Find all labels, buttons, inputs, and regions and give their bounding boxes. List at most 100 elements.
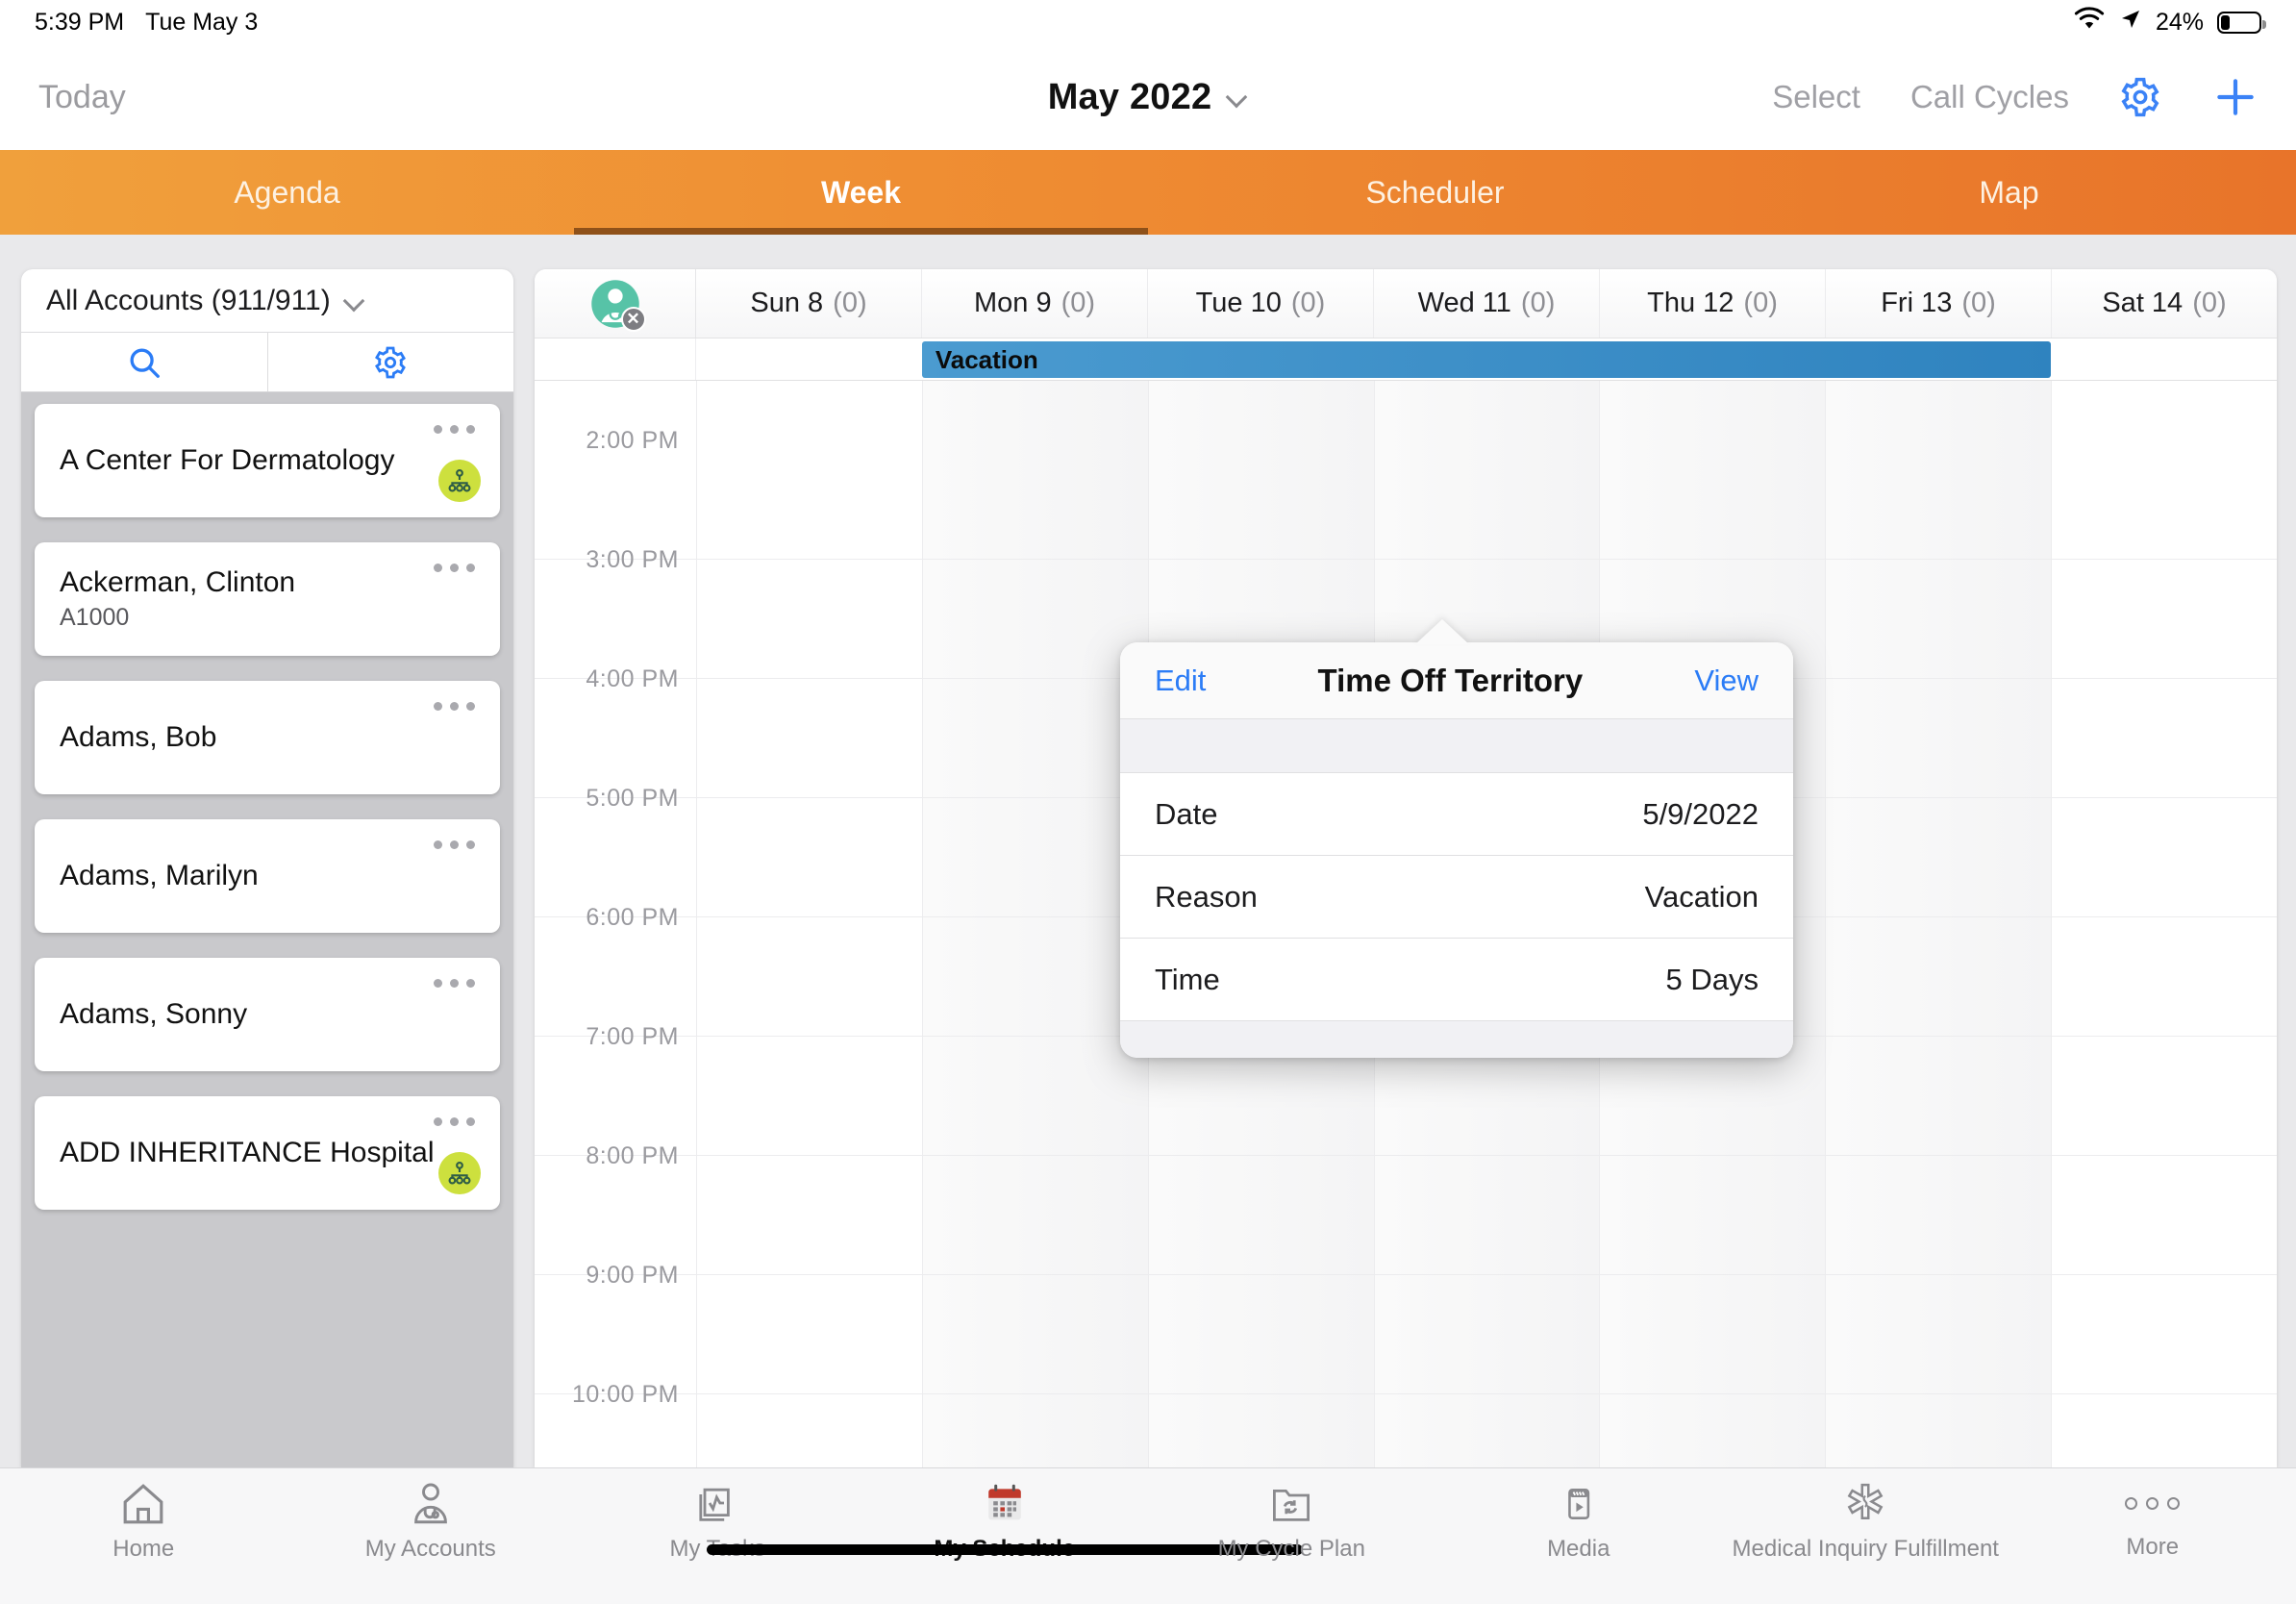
bottom-tab-medical-inquiry-fulfillment[interactable]: Medical Inquiry Fulfillment <box>1722 1482 2009 1563</box>
tab-week[interactable]: Week <box>574 150 1148 235</box>
bottom-tab-my-cycle-plan[interactable]: My Cycle Plan <box>1148 1482 1435 1563</box>
home-icon <box>118 1482 168 1526</box>
day-header-mon[interactable]: Mon 9 (0) <box>921 269 1147 338</box>
field-label: Reason <box>1155 879 1258 914</box>
territory-availability-cell[interactable]: ✕ <box>535 269 696 338</box>
list-item[interactable]: Adams, Sonny <box>35 958 500 1071</box>
account-name: A Center For Dermatology <box>60 443 395 476</box>
day-header-sun[interactable]: Sun 8 (0) <box>696 269 921 338</box>
field-label: Date <box>1155 796 1218 831</box>
list-item[interactable]: A Center For Dermatology <box>35 404 500 538</box>
account-filter-dropdown[interactable]: All Accounts (911/911) <box>21 269 513 333</box>
day-label: Fri 13 <box>1881 288 1953 318</box>
popover-row-reason: Reason Vacation <box>1120 856 1793 939</box>
bottom-tab-more[interactable]: More <box>2009 1482 2296 1561</box>
hierarchy-icon[interactable] <box>438 1152 481 1194</box>
tab-label: Agenda <box>234 174 340 210</box>
overflow-menu-icon[interactable] <box>434 564 475 572</box>
day-count: (0) <box>1743 288 1778 318</box>
overflow-menu-icon[interactable] <box>434 1117 475 1126</box>
all-day-event-vacation[interactable]: Vacation <box>921 341 2052 378</box>
list-item[interactable]: Adams, Bob <box>35 681 500 794</box>
tab-agenda[interactable]: Agenda <box>0 150 574 235</box>
popover-arrow <box>1415 619 1469 644</box>
popover-row-date: Date 5/9/2022 <box>1120 773 1793 856</box>
medical-star-icon <box>1843 1482 1887 1526</box>
day-header-tue[interactable]: Tue 10 (0) <box>1147 269 1373 338</box>
hour-row: 8:00 PM <box>535 1142 2277 1275</box>
day-count: (0) <box>1520 288 1556 318</box>
tab-label: Map <box>1979 174 2039 210</box>
search-button[interactable] <box>21 333 267 391</box>
bottom-tab-label: Home <box>112 1536 175 1562</box>
day-label: Sun 8 <box>750 288 824 318</box>
hour-label: 8:00 PM <box>586 1142 679 1169</box>
doctor-unavailable-icon: ✕ <box>589 278 646 332</box>
list-item[interactable]: ADD INHERITANCE Hospital <box>35 1096 500 1210</box>
gear-icon[interactable] <box>2119 76 2161 118</box>
day-header-sat[interactable]: Sat 14 (0) <box>2051 269 2277 338</box>
nav-actions: Select Call Cycles <box>1772 73 2259 121</box>
status-time: 5:39 PM <box>35 8 125 36</box>
bottom-tab-my-schedule[interactable]: My Schedule <box>706 1482 1303 1563</box>
hour-row: 10:00 PM <box>535 1381 2277 1467</box>
bottom-tab-media[interactable]: Media <box>1435 1482 1723 1563</box>
plus-icon[interactable] <box>2211 73 2259 121</box>
overflow-menu-icon[interactable] <box>434 979 475 988</box>
day-label: Sat 14 <box>2102 288 2184 318</box>
chevron-down-icon <box>344 290 365 312</box>
status-bar-right: 24% <box>2073 6 2266 38</box>
field-value: 5/9/2022 <box>1642 796 1759 831</box>
hour-label: 2:00 PM <box>586 427 679 454</box>
hierarchy-icon[interactable] <box>438 460 481 502</box>
day-header-thu[interactable]: Thu 12 (0) <box>1599 269 1825 338</box>
all-day-row: Vacation <box>535 338 2277 381</box>
hour-label: 9:00 PM <box>586 1262 679 1289</box>
call-cycles-button[interactable]: Call Cycles <box>1910 79 2069 115</box>
day-count: (0) <box>1290 288 1326 318</box>
day-header-fri[interactable]: Fri 13 (0) <box>1825 269 2051 338</box>
calendar-icon <box>982 1482 1028 1526</box>
bottom-tab-label: More <box>2126 1534 2180 1560</box>
media-play-icon <box>1558 1482 1600 1526</box>
overflow-menu-icon[interactable] <box>434 425 475 434</box>
bottom-tab-label: My Cycle Plan <box>1217 1536 1365 1562</box>
list-item[interactable]: Ackerman, Clinton A1000 <box>35 542 500 656</box>
sidebar-settings-button[interactable] <box>266 333 514 391</box>
popover-header: Edit Time Off Territory View <box>1120 642 1793 719</box>
hour-label: 10:00 PM <box>571 1381 679 1408</box>
account-id: A1000 <box>60 604 130 632</box>
bottom-tab-label: Media <box>1547 1536 1610 1562</box>
tab-label: Scheduler <box>1365 174 1505 210</box>
accounts-sidebar: All Accounts (911/911) A Center For Derm… <box>21 269 513 1467</box>
edit-button[interactable]: Edit <box>1155 664 1206 698</box>
day-label: Mon 9 <box>973 288 1052 318</box>
day-label: Tue 10 <box>1195 288 1282 318</box>
tab-map[interactable]: Map <box>1722 150 2296 235</box>
day-label: Wed 11 <box>1417 288 1511 318</box>
status-date: Tue May 3 <box>145 8 259 36</box>
view-button[interactable]: View <box>1694 664 1759 698</box>
overflow-menu-icon[interactable] <box>434 702 475 711</box>
overflow-menu-icon[interactable] <box>434 840 475 849</box>
calendar-day-header: ✕ Sun 8 (0) Mon 9 (0) Tue 10 (0) Wed 11 (0) … <box>535 269 2277 338</box>
bottom-tab-my-accounts[interactable]: My Accounts <box>287 1482 575 1563</box>
field-value: Vacation <box>1644 879 1759 914</box>
select-button[interactable]: Select <box>1772 79 1860 115</box>
list-item[interactable]: Adams, Marilyn <box>35 819 500 933</box>
sidebar-toolbar <box>21 333 513 392</box>
account-filter-label: All Accounts (911/911) <box>46 284 331 316</box>
hour-row: 2:00 PM <box>535 427 2277 560</box>
day-count: (0) <box>1961 288 1996 318</box>
day-label: Thu 12 <box>1647 288 1734 318</box>
main-content: All Accounts (911/911) A Center For Derm… <box>0 235 2296 1467</box>
tab-scheduler[interactable]: Scheduler <box>1148 150 1722 235</box>
field-label: Time <box>1155 962 1220 996</box>
bottom-tab-home[interactable]: Home <box>0 1482 287 1563</box>
accounts-list[interactable]: A Center For Dermatology Ackerman, Clint… <box>21 392 513 1467</box>
view-tab-bar: Agenda Week Scheduler Map <box>0 150 2296 235</box>
day-count: (0) <box>833 288 867 318</box>
folder-refresh-icon <box>1268 1482 1314 1526</box>
hour-row: 9:00 PM <box>535 1262 2277 1394</box>
day-header-wed[interactable]: Wed 11 (0) <box>1373 269 1599 338</box>
